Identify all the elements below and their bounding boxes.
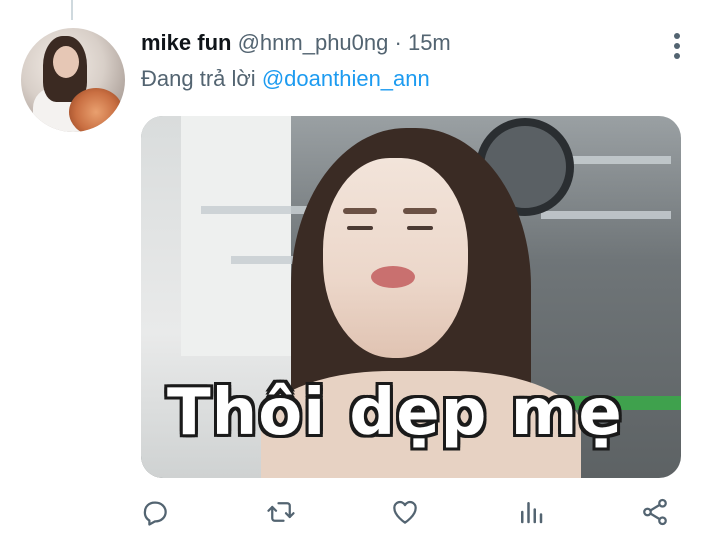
display-name[interactable]: mike fun (141, 30, 231, 55)
tweet-action-bar (141, 490, 681, 534)
like-button[interactable] (387, 494, 423, 530)
tweet-media-gif[interactable]: Thôi dẹp mẹ (141, 116, 681, 478)
tweet-header: mike fun @hnm_phu0ng · 15m (141, 30, 451, 56)
media-person-face (323, 158, 468, 358)
reply-button[interactable] (137, 494, 173, 530)
avatar-flower-bouquet (69, 88, 123, 132)
media-person-brow (403, 208, 437, 214)
thread-connector-line (71, 0, 73, 20)
media-person-eye (347, 226, 373, 230)
share-icon (643, 498, 667, 526)
analytics-icon (521, 502, 543, 524)
media-background-window (181, 116, 291, 356)
share-button[interactable] (637, 494, 673, 530)
separator-dot: · (394, 30, 402, 55)
media-caption: Thôi dẹp mẹ (167, 376, 623, 450)
media-ceiling-light (561, 156, 671, 164)
timestamp[interactable]: 15m (408, 30, 451, 55)
more-dot-icon (674, 43, 680, 49)
more-dot-icon (674, 33, 680, 39)
replying-to-line: Đang trả lời @doanthien_ann (141, 66, 430, 92)
retweet-button[interactable] (263, 494, 299, 530)
retweet-icon (267, 502, 295, 522)
analytics-button[interactable] (513, 494, 549, 530)
more-options-button[interactable] (662, 30, 692, 62)
media-person-mouth (371, 266, 415, 288)
avatar-face (53, 46, 79, 78)
media-ceiling-light (541, 211, 671, 219)
replying-to-label: Đang trả lời (141, 66, 256, 91)
reply-mention-link[interactable]: @doanthien_ann (262, 66, 430, 91)
more-dot-icon (674, 53, 680, 59)
media-person-eye (407, 226, 433, 230)
avatar[interactable] (21, 28, 125, 132)
media-person-brow (343, 208, 377, 214)
like-icon (393, 500, 417, 524)
reply-icon (143, 501, 167, 526)
user-handle[interactable]: @hnm_phu0ng (238, 30, 389, 55)
